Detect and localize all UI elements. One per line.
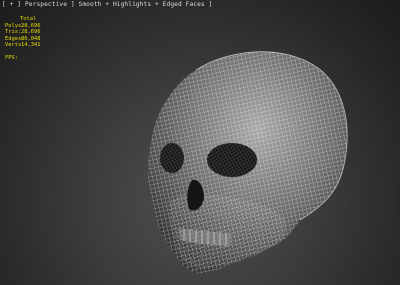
left-eye-socket-wire — [160, 143, 184, 173]
perspective-viewport[interactable]: [ + ] Perspective ] Smooth + Highlights … — [0, 0, 400, 285]
right-eye-socket-wire — [207, 143, 257, 177]
skull-mesh — [147, 51, 348, 275]
skull-wireframe-icon[interactable] — [0, 0, 400, 285]
